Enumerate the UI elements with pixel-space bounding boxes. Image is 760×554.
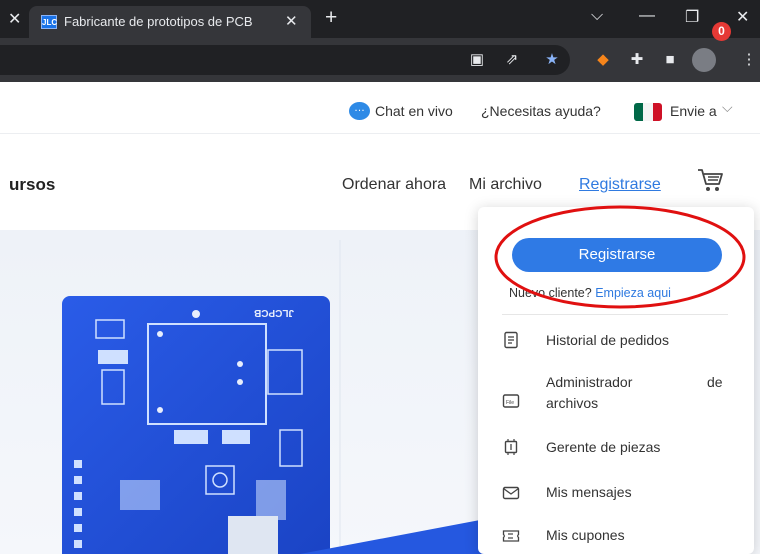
dropdown-divider bbox=[502, 314, 728, 315]
menu-item-parts-manager[interactable]: Gerente de piezas bbox=[502, 437, 742, 459]
tab-close-icon[interactable]: ✕ bbox=[285, 12, 298, 30]
pcb-brand-text: JLCPCB bbox=[254, 307, 294, 318]
ship-to-selector[interactable]: Envie a bbox=[670, 103, 717, 119]
start-here-link[interactable]: Empieza aqui bbox=[595, 286, 671, 300]
minimize-icon[interactable]: — bbox=[639, 7, 655, 25]
metamask-icon[interactable]: ◆ bbox=[592, 50, 614, 70]
sidebar-icon[interactable]: ■ bbox=[659, 50, 681, 70]
svg-text:File: File bbox=[506, 400, 514, 406]
mexico-flag-icon[interactable] bbox=[634, 103, 662, 121]
bookmark-star-icon[interactable]: ★ bbox=[541, 50, 563, 70]
envelope-icon bbox=[502, 486, 520, 500]
jlc-favicon-icon: JLC bbox=[41, 15, 57, 29]
nav-register-link[interactable]: Registrarse bbox=[579, 176, 661, 194]
previous-tab-close-icon[interactable]: ✕ bbox=[8, 9, 21, 29]
restore-icon[interactable]: ❐ bbox=[685, 7, 699, 27]
nav-order-now[interactable]: Ordenar ahora bbox=[342, 176, 446, 194]
chat-icon[interactable]: … bbox=[349, 102, 370, 120]
new-client-text: Nuevo cliente? bbox=[509, 286, 592, 300]
menu-item-label-line2: archivos bbox=[546, 395, 599, 411]
tab-search-chevron-icon[interactable]: ⌵ bbox=[591, 7, 603, 25]
menu-item-label: Mis mensajes bbox=[546, 484, 632, 500]
menu-icon[interactable]: ⋮ bbox=[738, 50, 760, 70]
menu-item-messages[interactable]: Mis mensajes bbox=[502, 482, 742, 504]
order-history-icon bbox=[504, 331, 518, 349]
browser-toolbar: ▣ ⇗ ★ ◆ ✚ ■ ⋮ bbox=[0, 38, 760, 82]
live-chat-link[interactable]: Chat en vivo bbox=[375, 103, 453, 119]
profile-avatar-icon[interactable] bbox=[692, 48, 716, 72]
file-manager-icon: File bbox=[502, 394, 520, 408]
menu-item-file-manager[interactable]: File Administrador de archivos bbox=[502, 373, 742, 413]
register-button[interactable]: Registrarse bbox=[512, 238, 722, 272]
screenshot-root: ✕ JLC Fabricante de prototipos de PCB ✕ … bbox=[0, 0, 760, 554]
menu-item-label: Mis cupones bbox=[546, 527, 625, 543]
menu-item-label: Historial de pedidos bbox=[546, 332, 669, 348]
tab-title: Fabricante de prototipos de PCB bbox=[64, 14, 253, 29]
shopping-cart-icon[interactable] bbox=[697, 164, 725, 194]
menu-item-label-line1b: de bbox=[707, 374, 723, 390]
site-utility-bar: … Chat en vivo ¿Necesitas ayuda? Envie a… bbox=[0, 82, 760, 134]
menu-item-order-history[interactable]: Historial de pedidos bbox=[502, 330, 742, 352]
share-icon[interactable]: ⇗ bbox=[501, 50, 523, 70]
cart-count-badge: 0 bbox=[712, 22, 731, 41]
browser-tab-strip: ✕ JLC Fabricante de prototipos de PCB ✕ … bbox=[0, 0, 760, 38]
browser-tab-active[interactable]: JLC Fabricante de prototipos de PCB ✕ bbox=[29, 6, 311, 38]
extensions-icon[interactable]: ✚ bbox=[626, 50, 648, 70]
chip-icon bbox=[504, 439, 518, 455]
nav-item-resources[interactable]: ursos bbox=[9, 175, 55, 195]
translate-icon[interactable]: ▣ bbox=[466, 50, 488, 70]
new-tab-icon[interactable]: + bbox=[325, 6, 337, 30]
menu-item-label-line1: Administrador bbox=[546, 374, 633, 390]
menu-item-label: Gerente de piezas bbox=[546, 439, 661, 455]
nav-my-files[interactable]: Mi archivo bbox=[469, 176, 542, 194]
close-window-icon[interactable]: ✕ bbox=[736, 7, 749, 27]
menu-item-coupons[interactable]: Mis cupones bbox=[502, 525, 742, 547]
coupon-icon bbox=[502, 530, 520, 542]
account-dropdown: Registrarse Nuevo cliente? Empieza aqui … bbox=[478, 207, 754, 554]
help-link[interactable]: ¿Necesitas ayuda? bbox=[481, 103, 601, 119]
chevron-down-icon[interactable]: ⌵ bbox=[722, 99, 733, 116]
new-client-prompt: Nuevo cliente? Empieza aqui bbox=[509, 286, 671, 300]
